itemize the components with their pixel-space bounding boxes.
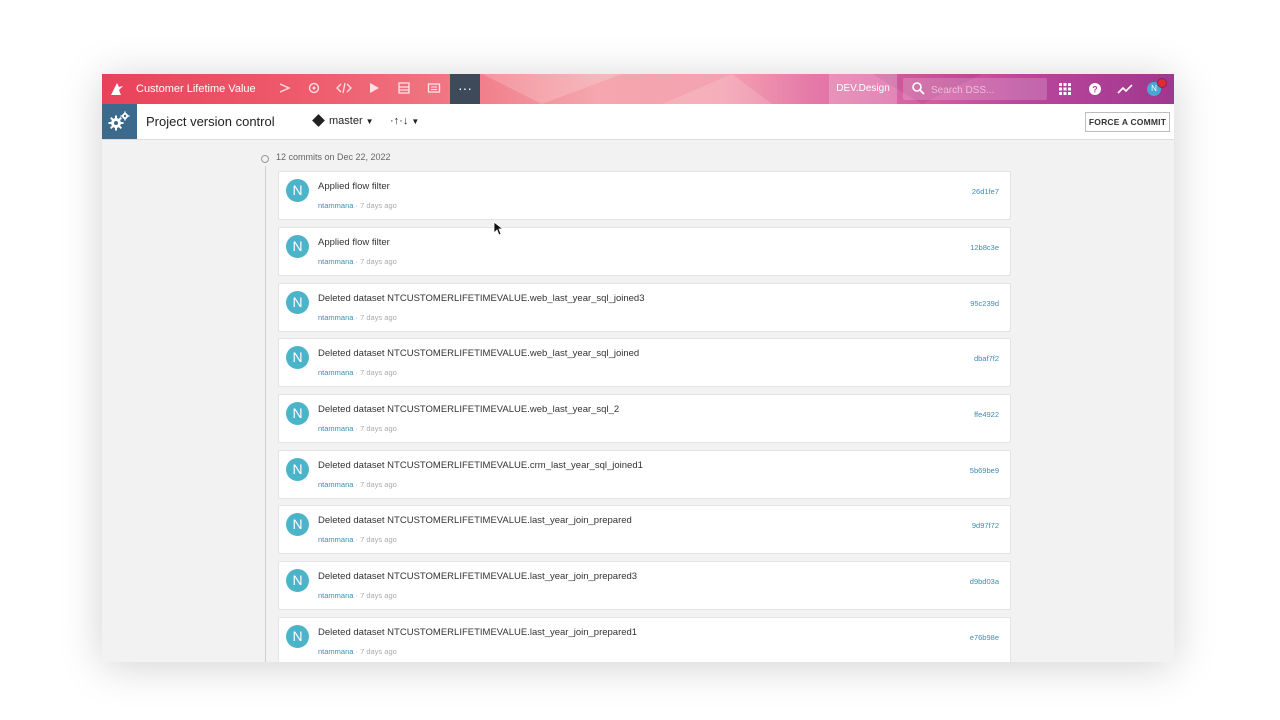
author-link[interactable]: ntammana: [318, 257, 353, 266]
grid-icon[interactable]: [1057, 81, 1073, 97]
commit-meta: ntammana · 7 days ago: [318, 257, 397, 266]
help-icon[interactable]: ?: [1087, 81, 1103, 97]
search-bar[interactable]: [903, 78, 1047, 100]
chevron-down-icon: ▼: [365, 117, 374, 126]
search-icon: [912, 82, 925, 95]
avatar: N: [286, 569, 309, 592]
avatar: N: [286, 291, 309, 314]
commit-hash-link[interactable]: 12b8c3e: [970, 243, 999, 252]
top-nav-bar: Customer Lifetime Value ··· DEV.Design S…: [102, 74, 1174, 104]
commit-message: Deleted dataset NTCUSTOMERLIFETIMEVALUE.…: [318, 348, 640, 359]
author-link[interactable]: ntammana: [318, 424, 353, 433]
chevron-down-icon: ▼: [411, 117, 420, 126]
commit-hash-link[interactable]: e76b98e: [970, 633, 999, 642]
force-commit-button[interactable]: FORCE A COMMIT: [1085, 112, 1170, 132]
commit-meta: ntammana · 7 days ago: [318, 647, 397, 656]
flow-icon[interactable]: [277, 81, 293, 97]
commit-message: Applied flow filter: [318, 181, 390, 192]
more-menu-button[interactable]: ···: [450, 74, 480, 104]
bird-logo-icon[interactable]: [108, 80, 126, 98]
timeline-line: [265, 166, 266, 662]
author-link[interactable]: ntammana: [318, 591, 353, 600]
sync-label: ·↑·↓: [390, 115, 409, 127]
commit-card[interactable]: N Deleted dataset NTCUSTOMERLIFETIMEVALU…: [278, 561, 1011, 610]
commit-message: Deleted dataset NTCUSTOMERLIFETIMEVALUE.…: [318, 515, 632, 526]
commit-card[interactable]: N Deleted dataset NTCUSTOMERLIFETIMEVALU…: [278, 450, 1011, 499]
author-link[interactable]: ntammana: [318, 480, 353, 489]
commit-message: Deleted dataset NTCUSTOMERLIFETIMEVALUE.…: [318, 460, 643, 471]
avatar: N: [286, 235, 309, 258]
commit-message: Deleted dataset NTCUSTOMERLIFETIMEVALUE.…: [318, 404, 620, 415]
commit-time: · 7 days ago: [353, 480, 397, 489]
dashboard-icon[interactable]: [396, 81, 412, 97]
code-icon[interactable]: [336, 81, 352, 97]
branch-selector[interactable]: master ▼: [312, 104, 374, 139]
search-input[interactable]: [929, 81, 1045, 99]
commit-time: · 7 days ago: [353, 424, 397, 433]
commit-time: · 7 days ago: [353, 368, 397, 377]
avatar: N: [286, 625, 309, 648]
author-link[interactable]: ntammana: [318, 535, 353, 544]
commit-hash-link[interactable]: dbaf7f2: [974, 354, 999, 363]
commit-message: Deleted dataset NTCUSTOMERLIFETIMEVALUE.…: [318, 627, 638, 638]
page-header: Project version control master ▼ ·↑·↓ ▼ FO…: [102, 104, 1174, 140]
commit-card[interactable]: N Deleted dataset NTCUSTOMERLIFETIMEVALU…: [278, 283, 1011, 332]
commit-message: Deleted dataset NTCUSTOMERLIFETIMEVALUE.…: [318, 571, 638, 582]
commit-meta: ntammana · 7 days ago: [318, 591, 397, 600]
commit-hash-link[interactable]: 9d97f72: [972, 521, 999, 530]
wiki-icon[interactable]: [426, 81, 442, 97]
branch-name: master: [329, 115, 363, 127]
author-link[interactable]: ntammana: [318, 368, 353, 377]
commit-time: · 7 days ago: [353, 535, 397, 544]
avatar: N: [286, 402, 309, 425]
commit-hash-link[interactable]: 26d1fe7: [972, 187, 999, 196]
commit-message: Deleted dataset NTCUSTOMERLIFETIMEVALUE.…: [318, 293, 645, 304]
page-title: Project version control: [146, 114, 275, 129]
avatar: N: [286, 513, 309, 536]
commit-card[interactable]: N Deleted dataset NTCUSTOMERLIFETIMEVALU…: [278, 338, 1011, 387]
commit-card[interactable]: N Applied flow filter ntammana · 7 days …: [278, 171, 1011, 220]
commit-meta: ntammana · 7 days ago: [318, 201, 397, 210]
sync-menu[interactable]: ·↑·↓ ▼: [390, 104, 419, 139]
svg-text:?: ?: [1092, 85, 1098, 95]
app-window: Customer Lifetime Value ··· DEV.Design S…: [102, 74, 1174, 662]
author-link[interactable]: ntammana: [318, 647, 353, 656]
commit-meta: ntammana · 7 days ago: [318, 535, 397, 544]
commit-message: Applied flow filter: [318, 237, 390, 248]
mouse-pointer-icon: [493, 221, 505, 236]
commit-group-header: 12 commits on Dec 22, 2022: [276, 152, 391, 162]
commit-card[interactable]: N Deleted dataset NTCUSTOMERLIFETIMEVALU…: [278, 394, 1011, 443]
commit-hash-link[interactable]: d9bd03a: [970, 577, 999, 586]
commit-hash-link[interactable]: 5b69be9: [970, 466, 999, 475]
commit-meta: ntammana · 7 days ago: [318, 480, 397, 489]
commit-time: · 7 days ago: [353, 313, 397, 322]
commit-time: · 7 days ago: [353, 257, 397, 266]
commit-hash-link[interactable]: ffe4922: [974, 410, 999, 419]
project-title[interactable]: Customer Lifetime Value: [136, 74, 256, 104]
environment-badge[interactable]: DEV.Design: [829, 74, 897, 104]
commit-time: · 7 days ago: [353, 647, 397, 656]
commit-card[interactable]: N Deleted dataset NTCUSTOMERLIFETIMEVALU…: [278, 505, 1011, 554]
timeline-dot: [261, 155, 269, 163]
avatar: N: [286, 458, 309, 481]
commit-time: · 7 days ago: [353, 591, 397, 600]
refresh-icon[interactable]: [306, 81, 322, 97]
commit-meta: ntammana · 7 days ago: [318, 424, 397, 433]
trend-icon[interactable]: [1117, 81, 1133, 97]
gears-icon[interactable]: [102, 104, 137, 139]
commit-card[interactable]: N Applied flow filter ntammana · 7 days …: [278, 227, 1011, 276]
avatar: N: [286, 346, 309, 369]
commit-meta: ntammana · 7 days ago: [318, 313, 397, 322]
commit-time: · 7 days ago: [353, 201, 397, 210]
play-icon[interactable]: [366, 81, 382, 97]
notification-dot: [1157, 78, 1167, 88]
author-link[interactable]: ntammana: [318, 201, 353, 210]
commit-card[interactable]: N Deleted dataset NTCUSTOMERLIFETIMEVALU…: [278, 617, 1011, 662]
commit-hash-link[interactable]: 95c239d: [970, 299, 999, 308]
author-link[interactable]: ntammana: [318, 313, 353, 322]
avatar: N: [286, 179, 309, 202]
git-branch-icon: [312, 114, 325, 127]
commit-meta: ntammana · 7 days ago: [318, 368, 397, 377]
